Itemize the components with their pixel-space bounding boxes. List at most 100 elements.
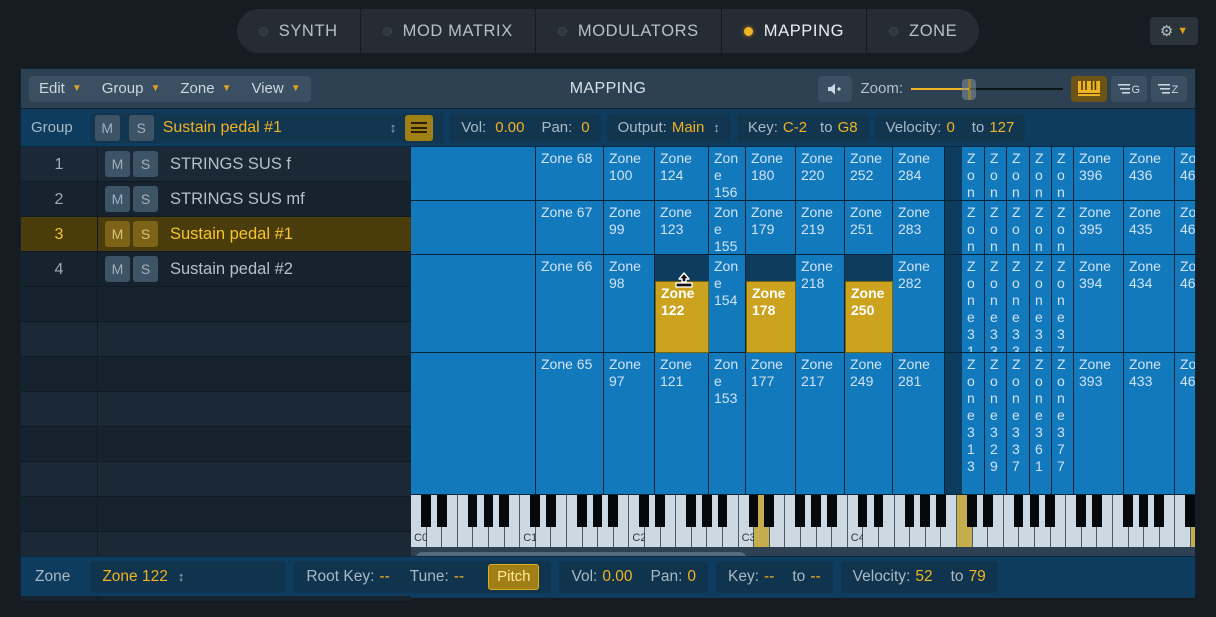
zone-cell[interactable]: Zone 393 bbox=[1074, 353, 1124, 495]
zone-cell[interactable]: Zone 154 bbox=[709, 255, 746, 353]
group-row-empty[interactable] bbox=[21, 357, 411, 392]
zone-velocity-low[interactable]: 52 bbox=[915, 568, 932, 586]
menu-edit[interactable]: Edit▼ bbox=[29, 76, 92, 102]
piano-black-key[interactable] bbox=[639, 495, 649, 527]
zone-cell[interactable]: Zone… bbox=[985, 201, 1007, 255]
group-stepper-icon[interactable]: ↕ bbox=[390, 120, 397, 135]
zone-tune-value[interactable]: -- bbox=[454, 568, 464, 586]
piano-black-key[interactable] bbox=[1139, 495, 1149, 527]
zone-cell[interactable]: Zone 330 bbox=[985, 255, 1007, 353]
zone-cell[interactable] bbox=[945, 147, 962, 201]
zone-cell[interactable]: Zone 123 bbox=[655, 201, 709, 255]
piano-black-key[interactable] bbox=[1045, 495, 1055, 527]
zone-cell[interactable] bbox=[945, 255, 962, 353]
zone-cell[interactable]: Zone 396 bbox=[1074, 147, 1124, 201]
zone-cell[interactable]: Zone 435 bbox=[1124, 201, 1175, 255]
piano-black-key[interactable] bbox=[546, 495, 556, 527]
zone-cell[interactable]: Zone 100 bbox=[604, 147, 655, 201]
zone-cell[interactable]: Zone 98 bbox=[604, 255, 655, 353]
settings-gear-button[interactable]: ⚙ ▼ bbox=[1150, 17, 1198, 45]
piano-black-key[interactable] bbox=[718, 495, 728, 527]
zone-cell[interactable]: Zone 281 bbox=[893, 353, 945, 495]
group-row-empty[interactable] bbox=[21, 497, 411, 532]
piano-black-key[interactable] bbox=[905, 495, 915, 527]
group-key-high[interactable]: G8 bbox=[838, 119, 858, 136]
piano-black-key[interactable] bbox=[702, 495, 712, 527]
piano-black-key[interactable] bbox=[608, 495, 618, 527]
zone-cell[interactable]: Zone 283 bbox=[893, 201, 945, 255]
zone-cell[interactable]: Zone 465 bbox=[1175, 353, 1195, 495]
zone-cell[interactable]: Zone 252 bbox=[845, 147, 893, 201]
zone-cell[interactable]: Zone 180 bbox=[746, 147, 796, 201]
zone-cell[interactable]: Zone 282 bbox=[893, 255, 945, 353]
zone-cell[interactable]: Zone 3… bbox=[1030, 201, 1052, 255]
tab-modulators[interactable]: MODULATORS bbox=[536, 9, 722, 53]
piano-black-key[interactable] bbox=[655, 495, 665, 527]
zone-cell[interactable]: Zone… bbox=[1052, 201, 1074, 255]
tab-zone[interactable]: ZONE bbox=[867, 9, 979, 53]
piano-black-key[interactable] bbox=[499, 495, 509, 527]
zone-cell-selected[interactable]: Zone 250 bbox=[845, 281, 893, 353]
zone-cell[interactable]: Zone 3… bbox=[1007, 201, 1030, 255]
pitch-toggle-button[interactable]: Pitch bbox=[488, 564, 539, 590]
zone-cell[interactable]: Zone 395 bbox=[1074, 201, 1124, 255]
zone-cell[interactable]: Zone 377 bbox=[1052, 353, 1074, 495]
zone-cell[interactable] bbox=[945, 353, 962, 495]
group-name-value[interactable]: Sustain pedal #1 bbox=[163, 119, 381, 137]
piano-black-key[interactable] bbox=[686, 495, 696, 527]
zone-list-view-button[interactable]: Z bbox=[1151, 76, 1187, 102]
menu-view[interactable]: View▼ bbox=[241, 76, 310, 102]
zone-cell[interactable]: Zone 362 bbox=[1030, 255, 1052, 353]
group-row-empty[interactable] bbox=[21, 427, 411, 462]
zone-cell[interactable]: Zone 155 bbox=[709, 201, 746, 255]
group-row[interactable]: 3MSSustain pedal #1 bbox=[21, 217, 411, 252]
group-output-box[interactable]: Output: Main ↕ bbox=[607, 113, 731, 143]
piano-black-key[interactable] bbox=[967, 495, 977, 527]
zone-selector[interactable]: Zone 122 ↕ bbox=[90, 561, 286, 593]
group-row-mute-button[interactable]: M bbox=[105, 256, 130, 282]
group-row[interactable]: 1MSSTRINGS SUS f bbox=[21, 147, 411, 182]
piano-black-key[interactable] bbox=[484, 495, 494, 527]
zone-cell-selected[interactable]: Zone 122 bbox=[655, 281, 709, 353]
zone-cell[interactable]: Zone 177 bbox=[746, 353, 796, 495]
piano-black-key[interactable] bbox=[827, 495, 837, 527]
piano-black-key[interactable] bbox=[858, 495, 868, 527]
zone-pan-value[interactable]: 0 bbox=[687, 568, 696, 586]
piano-black-key[interactable] bbox=[577, 495, 587, 527]
zone-cell[interactable]: Zone 97 bbox=[604, 353, 655, 495]
zone-cell[interactable]: Zone 361 bbox=[1030, 353, 1052, 495]
zone-cell[interactable]: Zone 249 bbox=[845, 353, 893, 495]
zone-cell[interactable]: Zone 329 bbox=[985, 353, 1007, 495]
piano-black-key[interactable] bbox=[1185, 495, 1195, 527]
keyboard-view-button[interactable] bbox=[1071, 76, 1107, 102]
zoom-slider[interactable] bbox=[911, 76, 1063, 102]
zone-cell[interactable]: Zone 65 bbox=[536, 353, 604, 495]
zone-cell-selected[interactable]: Zone 178 bbox=[746, 281, 796, 353]
group-row-mute-button[interactable]: M bbox=[105, 221, 130, 247]
zone-cell[interactable]: Zone 99 bbox=[604, 201, 655, 255]
menu-zone[interactable]: Zone▼ bbox=[170, 76, 241, 102]
piano-black-key[interactable] bbox=[1154, 495, 1164, 527]
group-row-solo-button[interactable]: S bbox=[133, 221, 158, 247]
group-row-empty[interactable] bbox=[21, 322, 411, 357]
zone-cell[interactable]: Zone 179 bbox=[746, 201, 796, 255]
zone-cell[interactable]: Zone 284 bbox=[893, 147, 945, 201]
zone-cell[interactable]: Zone 436 bbox=[1124, 147, 1175, 201]
piano-black-key[interactable] bbox=[795, 495, 805, 527]
zone-cell[interactable]: Zone 434 bbox=[1124, 255, 1175, 353]
zone-cell[interactable]: Zone 314 bbox=[962, 255, 985, 353]
zone-cell[interactable]: Zone 433 bbox=[1124, 353, 1175, 495]
zone-cell[interactable]: Zone 467 bbox=[1175, 201, 1195, 255]
zone-velocity-high[interactable]: 79 bbox=[969, 568, 986, 586]
group-row-mute-button[interactable]: M bbox=[105, 151, 130, 177]
group-output-value[interactable]: Main bbox=[672, 119, 705, 136]
zone-root-key-value[interactable]: -- bbox=[379, 568, 389, 586]
group-row-empty[interactable] bbox=[21, 462, 411, 497]
zone-cell[interactable]: Zone 466 bbox=[1175, 255, 1195, 353]
tab-mapping[interactable]: MAPPING bbox=[722, 9, 867, 53]
group-pan-value[interactable]: 0 bbox=[581, 119, 589, 136]
menu-group[interactable]: Group▼ bbox=[92, 76, 171, 102]
piano-black-key[interactable] bbox=[1123, 495, 1133, 527]
zone-cell[interactable]: Zone 3… bbox=[962, 201, 985, 255]
group-row[interactable]: 4MSSustain pedal #2 bbox=[21, 252, 411, 287]
